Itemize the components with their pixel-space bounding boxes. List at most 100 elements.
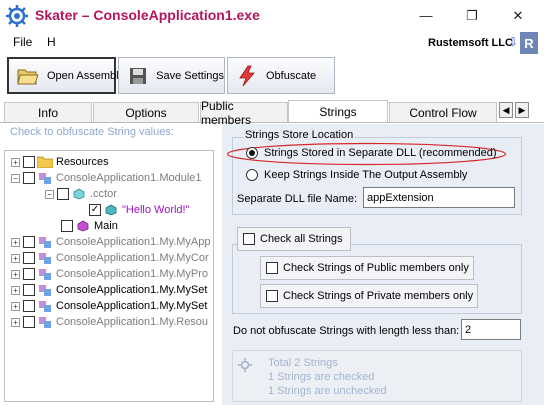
node-checkbox[interactable]	[23, 236, 35, 248]
node-label: .cctor	[90, 188, 117, 200]
tree-node-mycor[interactable]: + ConsoleApplication1.My.MyCor	[11, 250, 209, 266]
tree-node-main[interactable]: Main	[61, 218, 118, 234]
module-icon	[37, 171, 53, 185]
node-label: ConsoleApplication1.My.Resou	[56, 316, 209, 328]
tree-node-resou[interactable]: + ConsoleApplication1.My.Resou	[11, 314, 208, 330]
node-label: ConsoleApplication1.My.MySet	[56, 284, 208, 296]
download-icon[interactable]: ⇩	[508, 35, 518, 49]
company-name: Rustemsoft LLC	[428, 37, 513, 49]
tree-node-myset-2[interactable]: + ConsoleApplication1.My.MySet	[11, 298, 207, 314]
floppy-disk-icon	[127, 65, 148, 87]
stat-unchecked: 1 Strings are unchecked	[268, 385, 387, 397]
obfuscate-label: Obfuscate	[266, 69, 317, 82]
tab-options[interactable]: Options	[93, 102, 199, 122]
node-checkbox[interactable]	[23, 252, 35, 264]
collapse-icon[interactable]: −	[11, 173, 20, 183]
tree-node-myset-1[interactable]: + ConsoleApplication1.My.MySet	[11, 282, 207, 298]
window-title: Skater – ConsoleApplication1.exe	[35, 7, 260, 23]
tree-node-cctor[interactable]: − .cctor	[45, 186, 117, 202]
check-public-strings[interactable]: Check Strings of Public members only	[260, 256, 474, 280]
expand-icon[interactable]: +	[11, 317, 20, 327]
lightning-icon	[236, 65, 258, 87]
collapse-icon[interactable]: −	[45, 189, 54, 199]
open-assembly-button[interactable]: Open Assembly	[7, 57, 124, 94]
check-public-label: Check Strings of Public members only	[283, 262, 469, 274]
node-checkbox[interactable]	[23, 284, 35, 296]
expand-icon[interactable]: +	[11, 157, 20, 167]
method-icon	[71, 187, 87, 201]
string-icon	[103, 203, 119, 217]
checkbox[interactable]	[266, 262, 278, 274]
expand-icon[interactable]: +	[11, 301, 20, 311]
node-label: "Hello World!"	[122, 204, 190, 216]
rustemsoft-logo: R	[520, 32, 538, 54]
open-assembly-label: Open Assembly	[47, 69, 125, 82]
app-icon	[5, 4, 29, 28]
tree-hint: Check to obfuscate String values:	[10, 126, 174, 138]
check-private-strings[interactable]: Check Strings of Private members only	[260, 284, 478, 308]
tab-public-members[interactable]: Public members	[200, 99, 288, 127]
node-label: Main	[94, 220, 118, 232]
tab-scroll-right-button[interactable]: ▶	[515, 102, 529, 118]
class-icon	[37, 283, 53, 297]
node-checkbox[interactable]	[23, 300, 35, 312]
restore-button[interactable]: ❐	[452, 0, 492, 31]
radio-unselected-icon[interactable]	[246, 169, 258, 181]
menu-file[interactable]: File	[13, 35, 32, 49]
close-button[interactable]: ✕	[498, 0, 538, 31]
check-all-strings[interactable]: Check all Strings	[237, 227, 351, 251]
expand-icon[interactable]: +	[11, 285, 20, 295]
node-checkbox[interactable]	[23, 268, 35, 280]
expand-icon[interactable]: +	[11, 253, 20, 263]
radio-keep-inside[interactable]: Keep Strings Inside The Output Assembly	[246, 169, 467, 181]
class-icon	[37, 299, 53, 313]
expand-icon[interactable]: +	[11, 237, 20, 247]
stat-total: Total 2 Strings	[268, 357, 338, 369]
min-length-input[interactable]	[461, 319, 521, 340]
gear-icon	[238, 358, 252, 372]
obfuscate-button[interactable]: Obfuscate	[227, 57, 335, 94]
node-checkbox[interactable]	[23, 156, 35, 168]
dll-name-input[interactable]	[363, 187, 515, 208]
node-label: ConsoleApplication1.My.MyApp	[56, 236, 211, 248]
expand-icon[interactable]: +	[11, 269, 20, 279]
tab-scroll-left-button[interactable]: ◀	[499, 102, 513, 118]
min-length-label: Do not obfuscate Strings with length les…	[233, 325, 460, 337]
method-icon	[75, 219, 91, 233]
save-settings-label: Save Settings	[156, 69, 224, 82]
node-label: ConsoleApplication1.Module1	[56, 172, 202, 184]
checkbox[interactable]	[243, 233, 255, 245]
string-tree[interactable]: + Resources − ConsoleApplication1.Module…	[4, 150, 214, 402]
menu-help[interactable]: H	[47, 35, 56, 49]
tree-node-myapp[interactable]: + ConsoleApplication1.My.MyApp	[11, 234, 210, 250]
store-location-title: Strings Store Location	[243, 129, 356, 141]
class-icon	[37, 235, 53, 249]
minimize-button[interactable]: —	[406, 0, 446, 31]
node-checkbox[interactable]	[23, 172, 35, 184]
tab-control-flow[interactable]: Control Flow	[389, 102, 497, 122]
radio-separate-dll-label: Strings Stored in Separate DLL (recommen…	[264, 147, 497, 159]
tab-strings[interactable]: Strings	[288, 100, 388, 122]
class-icon	[37, 251, 53, 265]
radio-separate-dll[interactable]: Strings Stored in Separate DLL (recommen…	[246, 147, 497, 159]
node-checkbox-checked[interactable]: ✓	[89, 204, 101, 216]
tree-node-module1[interactable]: − ConsoleApplication1.Module1	[11, 170, 202, 186]
check-all-label: Check all Strings	[260, 233, 343, 245]
tree-node-hello-world[interactable]: ✓ "Hello World!"	[89, 202, 190, 218]
node-label: Resources	[56, 156, 109, 168]
tab-info[interactable]: Info	[4, 102, 92, 122]
node-checkbox[interactable]	[61, 220, 73, 232]
check-private-label: Check Strings of Private members only	[283, 290, 474, 302]
checkbox[interactable]	[266, 290, 278, 302]
node-checkbox[interactable]	[57, 188, 69, 200]
node-label: ConsoleApplication1.My.MySet	[56, 300, 208, 312]
tree-node-mypro[interactable]: + ConsoleApplication1.My.MyPro	[11, 266, 208, 282]
folder-icon	[37, 155, 53, 169]
node-checkbox[interactable]	[23, 316, 35, 328]
radio-keep-inside-label: Keep Strings Inside The Output Assembly	[264, 169, 468, 181]
tree-node-resources[interactable]: + Resources	[11, 154, 109, 170]
save-settings-button[interactable]: Save Settings	[118, 57, 225, 94]
open-folder-icon	[17, 65, 39, 87]
stat-checked: 1 Strings are checked	[268, 371, 375, 383]
radio-selected-icon[interactable]	[246, 147, 258, 159]
